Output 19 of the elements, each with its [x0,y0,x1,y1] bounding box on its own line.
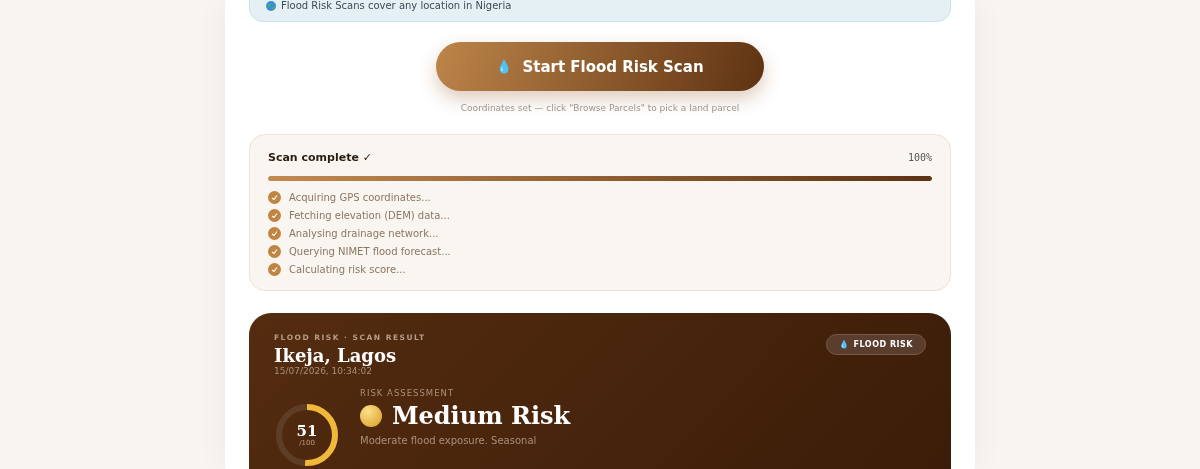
step-text: Acquiring GPS coordinates... [289,192,431,203]
risk-level: Medium Risk [392,401,571,430]
progress-title: Scan complete ✓ [268,151,372,164]
hint-text: Coordinates set — click "Browse Parcels" to pick a land parcel [460,103,740,113]
globe-icon [266,0,276,11]
step-text: Fetching elevation (DEM) data... [289,210,450,221]
timestamp: 15/07/2026, 10:34:02 [274,366,372,376]
progress-percent: 100% [907,152,932,163]
assessment-label: RISK ASSESSMENT [360,388,456,398]
step-text: Calculating risk score... [289,264,406,275]
step-text: Querying NIMET flood forecast... [289,246,451,257]
risk-score: 51 [296,423,318,439]
start-scan-button[interactable]: 💧 Start Flood Risk Scan [436,42,764,91]
location-title: Ikeja, Lagos [274,345,398,366]
flood-risk-badge: 💧 FLOOD RISK [826,334,926,355]
risk-summary: Moderate flood exposure. Seasonal [360,435,538,446]
risk-dot [360,404,382,427]
step-text: Analysing drainage network... [289,228,439,239]
info-text: Flood Risk Scans cover any location in Nigeria [281,0,512,11]
